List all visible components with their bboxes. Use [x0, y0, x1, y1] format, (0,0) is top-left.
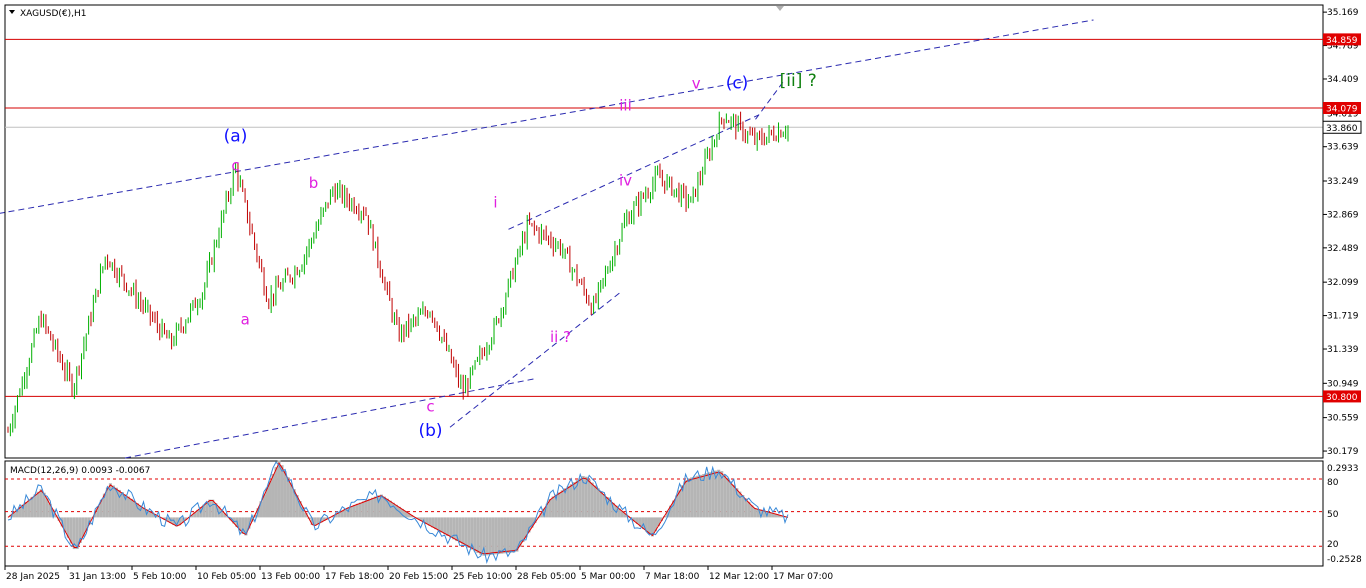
price-axis-label: 30.949 [1327, 379, 1359, 389]
wave-label: c [426, 397, 434, 415]
price-axis-label: 30.179 [1327, 447, 1359, 457]
time-axis-label: 28 Feb 05:00 [517, 572, 576, 582]
price-axis-label: 32.489 [1327, 244, 1359, 254]
macd-axis-label: 50 [1327, 510, 1339, 520]
time-axis-label: 28 Jan 2025 [6, 572, 60, 582]
macd-axis-label: 0.2933 [1327, 464, 1359, 474]
time-axis: 28 Jan 2025 31 Jan 13:00 5 Feb 10:00 10 Feb… [4, 566, 833, 582]
wave-label: iii [619, 97, 632, 115]
time-axis-label: 5 Feb 10:00 [133, 572, 187, 582]
time-axis-label: 5 Mar 00:00 [581, 572, 636, 582]
price-axis-label: 30.559 [1327, 414, 1359, 424]
price-panel[interactable] [4, 4, 1324, 459]
level-price-tag-label: 34.079 [1326, 105, 1358, 115]
wave-label: c [231, 156, 239, 174]
time-axis-label: 17 Mar 07:00 [773, 572, 833, 582]
price-axis-label: 35.169 [1327, 8, 1359, 18]
price-axis: 35.16934.78934.40934.01933.63933.24932.8… [1322, 8, 1362, 457]
trading-chart[interactable]: XAGUSD(€),H1 (a) c a b c (b) i ii ? iii iv v (c) [ii… [0, 0, 1366, 588]
time-axis-label: 25 Feb 10:00 [453, 572, 512, 582]
price-axis-label: 31.339 [1327, 345, 1359, 355]
time-axis-label: 17 Feb 18:00 [325, 572, 384, 582]
wave-label: (c) [726, 74, 749, 94]
price-axis-label: 34.409 [1327, 75, 1359, 85]
wave-label: [ii] ? [780, 71, 817, 91]
time-axis-label: 20 Feb 15:00 [389, 572, 448, 582]
wave-label: b [309, 174, 319, 192]
time-axis-label: 13 Feb 00:00 [261, 572, 320, 582]
time-axis-label: 12 Mar 12:00 [709, 572, 769, 582]
price-axis-label: 33.639 [1327, 143, 1359, 153]
wave-label: iv [619, 171, 632, 189]
current-price-tag-label: 33.860 [1326, 124, 1358, 134]
wave-label: (b) [418, 421, 442, 441]
price-axis-label: 32.869 [1327, 210, 1359, 220]
macd-axis-label: 20 [1327, 540, 1339, 550]
level-price-tag-label: 30.800 [1326, 393, 1358, 403]
wave-label: a [241, 310, 250, 328]
wave-label: v [692, 75, 701, 93]
wave-label: i [493, 193, 497, 211]
macd-axis-label: -0.2528 [1327, 555, 1362, 565]
price-axis-label: 33.249 [1327, 177, 1359, 187]
time-axis-label: 31 Jan 13:00 [69, 572, 126, 582]
wave-label: (a) [224, 126, 248, 146]
level-price-tag-label: 34.859 [1326, 36, 1358, 46]
macd-axis: 0.2933 80 50 20 -0.2528 [1327, 464, 1362, 565]
macd-label: MACD(12,26,9) 0.0093 -0.0067 [10, 466, 150, 476]
wave-label: ii ? [550, 328, 571, 346]
time-axis-label: 10 Feb 05:00 [197, 572, 256, 582]
symbol-label: XAGUSD(€),H1 [20, 9, 86, 19]
time-axis-label: 7 Mar 18:00 [645, 572, 700, 582]
price-axis-label: 31.719 [1327, 312, 1359, 322]
macd-axis-label: 80 [1327, 478, 1339, 488]
price-axis-label: 32.099 [1327, 278, 1359, 288]
